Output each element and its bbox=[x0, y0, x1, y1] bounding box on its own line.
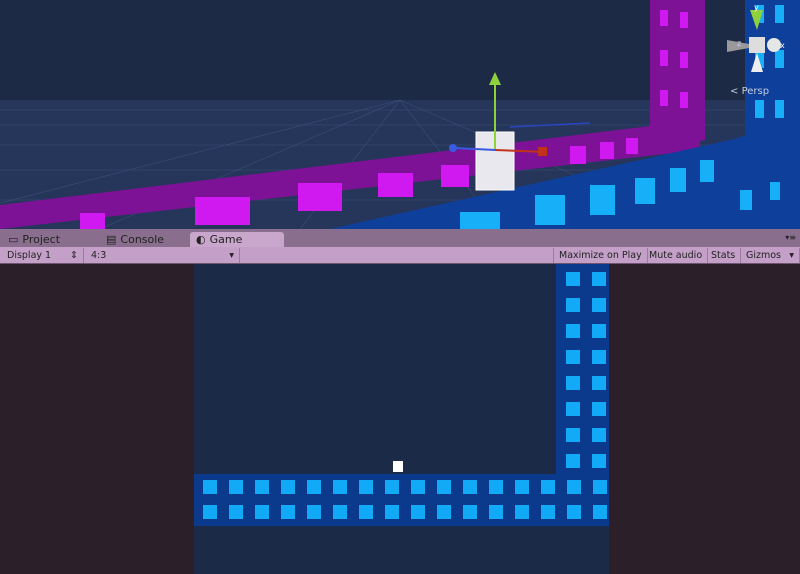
panel-menu-icon[interactable]: ▾≡ bbox=[785, 233, 796, 242]
floor-tile bbox=[515, 480, 529, 494]
floor-tile bbox=[515, 505, 529, 519]
floor-tile bbox=[333, 480, 347, 494]
game-toolbar: Display 1 ⇕ 4:3 ▾ Maximize on Play Mute au… bbox=[0, 247, 800, 264]
floor-tile bbox=[541, 480, 555, 494]
tab-bar: ▭ Project ▤ Console ◐ Game ▾≡ bbox=[0, 229, 800, 247]
floor-tile bbox=[437, 480, 451, 494]
tab-project[interactable]: ▭ Project bbox=[2, 232, 66, 247]
svg-text:y: y bbox=[754, 3, 759, 12]
projection-toggle[interactable]: < Persp bbox=[730, 86, 769, 97]
player-cube bbox=[393, 461, 403, 472]
floor-tile bbox=[592, 376, 606, 390]
floor-tile bbox=[567, 480, 581, 494]
display-value: Display 1 bbox=[7, 250, 52, 261]
tab-game[interactable]: ◐ Game bbox=[190, 232, 284, 247]
display-dropdown[interactable]: Display 1 ⇕ bbox=[2, 248, 84, 263]
aspect-value: 4:3 bbox=[91, 250, 107, 261]
floor-tile bbox=[203, 505, 217, 519]
game-icon: ◐ bbox=[196, 233, 206, 246]
floor-tile bbox=[566, 454, 580, 468]
aspect-dropdown[interactable]: 4:3 ▾ bbox=[86, 248, 240, 263]
game-viewport bbox=[194, 264, 609, 574]
scene-view[interactable]: y x z < Persp bbox=[0, 0, 800, 229]
floor-tile bbox=[385, 505, 399, 519]
floor-tile bbox=[592, 428, 606, 442]
svg-text:x: x bbox=[780, 41, 785, 50]
floor-tile bbox=[541, 505, 555, 519]
chevron-down-icon: ▾ bbox=[229, 250, 234, 261]
floor-tile bbox=[566, 324, 580, 338]
floor-tile bbox=[359, 505, 373, 519]
floor-tile bbox=[463, 480, 477, 494]
floor-tile bbox=[307, 505, 321, 519]
floor-tile bbox=[489, 480, 503, 494]
svg-text:z: z bbox=[737, 39, 741, 48]
floor-tile bbox=[593, 505, 607, 519]
floor-tile bbox=[592, 454, 606, 468]
tab-label: Console bbox=[120, 233, 165, 246]
scene-canvas: y x z bbox=[0, 0, 800, 229]
floor-tile bbox=[593, 480, 607, 494]
tab-label: Game bbox=[209, 233, 243, 246]
floor-tile bbox=[229, 505, 243, 519]
floor-tile bbox=[566, 402, 580, 416]
floor-tile bbox=[592, 272, 606, 286]
gizmos-label: Gizmos bbox=[746, 250, 782, 261]
floor-tile bbox=[411, 480, 425, 494]
floor-tile bbox=[359, 480, 373, 494]
floor-tile bbox=[566, 298, 580, 312]
floor-tile bbox=[592, 324, 606, 338]
floor-tile bbox=[463, 505, 477, 519]
floor-tile bbox=[566, 272, 580, 286]
floor-tile bbox=[592, 350, 606, 364]
floor-tile bbox=[592, 298, 606, 312]
floor-tile bbox=[281, 505, 295, 519]
floor-tile bbox=[489, 505, 503, 519]
magenta-wall bbox=[650, 0, 705, 150]
floor-tile bbox=[566, 350, 580, 364]
mute-audio-button[interactable]: Mute audio bbox=[644, 248, 709, 263]
floor-tile bbox=[307, 480, 321, 494]
floor-tile bbox=[437, 505, 451, 519]
floor-tile bbox=[203, 480, 217, 494]
floor-tile bbox=[333, 505, 347, 519]
floor-tile bbox=[567, 505, 581, 519]
blue-wall bbox=[745, 0, 800, 150]
floor-tile bbox=[255, 505, 269, 519]
floor-tile bbox=[566, 376, 580, 390]
floor-tile bbox=[229, 480, 243, 494]
stats-button[interactable]: Stats bbox=[706, 248, 742, 263]
updown-icon: ⇕ bbox=[70, 250, 78, 261]
folder-icon: ▭ bbox=[8, 233, 19, 246]
tab-label: Project bbox=[22, 233, 61, 246]
maximize-on-play-button[interactable]: Maximize on Play bbox=[553, 248, 648, 263]
floor-tile bbox=[566, 428, 580, 442]
floor-tile bbox=[592, 402, 606, 416]
projection-label: Persp bbox=[741, 86, 770, 97]
floor-tile bbox=[385, 480, 399, 494]
gizmos-dropdown[interactable]: Gizmos ▾ bbox=[741, 248, 800, 263]
tab-console[interactable]: ▤ Console bbox=[100, 232, 170, 247]
game-view[interactable] bbox=[0, 264, 800, 574]
floor-tile bbox=[411, 505, 425, 519]
chevron-down-icon: ▾ bbox=[789, 250, 794, 261]
floor-tile bbox=[281, 480, 295, 494]
console-icon: ▤ bbox=[106, 233, 117, 246]
floor-tile bbox=[255, 480, 269, 494]
